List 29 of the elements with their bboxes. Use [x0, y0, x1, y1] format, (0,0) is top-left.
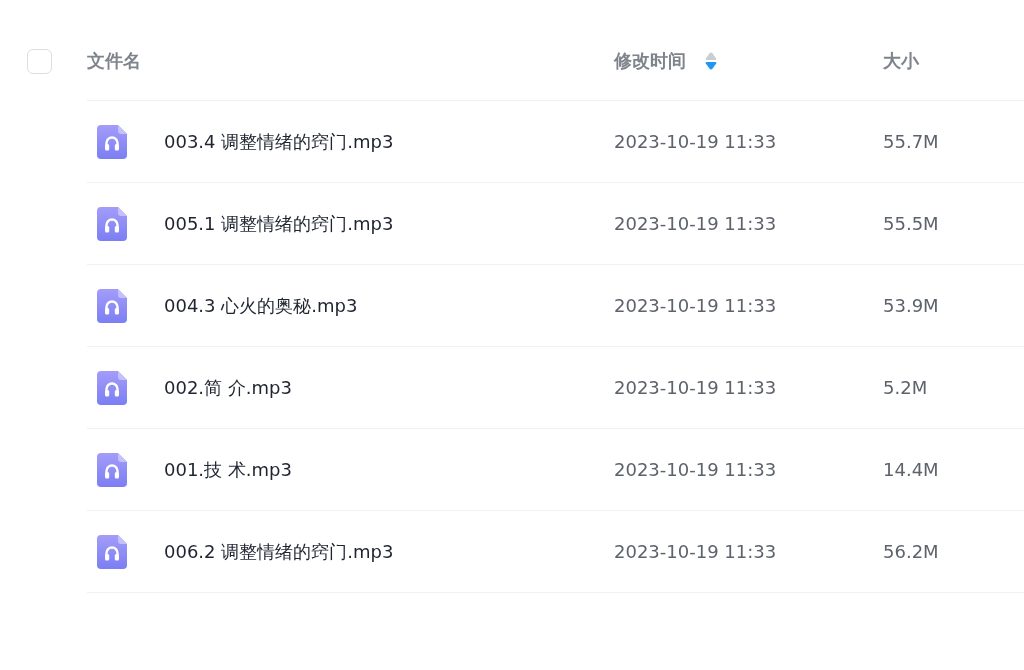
modified-time: 2023-10-19 11:33: [614, 295, 777, 316]
select-all-checkbox[interactable]: [27, 49, 52, 74]
file-size: 53.9M: [883, 295, 939, 316]
file-name[interactable]: 005.1 调整情绪的窍门.mp3: [164, 211, 394, 236]
headphones-file-icon: [97, 370, 127, 405]
file-name[interactable]: 003.4 调整情绪的窍门.mp3: [164, 129, 394, 154]
file-name[interactable]: 001.技 术.mp3: [164, 457, 292, 482]
modified-time: 2023-10-19 11:33: [614, 541, 777, 562]
file-size: 5.2M: [883, 377, 928, 398]
modified-time: 2023-10-19 11:33: [614, 213, 777, 234]
file-size: 55.5M: [883, 213, 939, 234]
headphones-file-icon: [97, 206, 127, 241]
file-name[interactable]: 002.简 介.mp3: [164, 375, 292, 400]
headphones-file-icon: [97, 124, 127, 159]
file-size: 14.4M: [883, 459, 939, 480]
modified-time: 2023-10-19 11:33: [614, 377, 777, 398]
file-name[interactable]: 004.3 心火的奥秘.mp3: [164, 293, 358, 318]
file-size: 55.7M: [883, 131, 939, 152]
column-header: 文件名: [87, 49, 141, 73]
modified-time: 2023-10-19 11:33: [614, 459, 777, 480]
sort-icon[interactable]: [705, 52, 717, 70]
file-name[interactable]: 006.2 调整情绪的窍门.mp3: [164, 539, 394, 564]
modified-time: 2023-10-19 11:33: [614, 131, 777, 152]
headphones-file-icon: [97, 288, 127, 323]
file-size: 56.2M: [883, 541, 939, 562]
headphones-file-icon: [97, 452, 127, 487]
column-header: 大小: [883, 49, 919, 73]
column-header: 修改时间: [614, 49, 686, 73]
headphones-file-icon: [97, 534, 127, 569]
